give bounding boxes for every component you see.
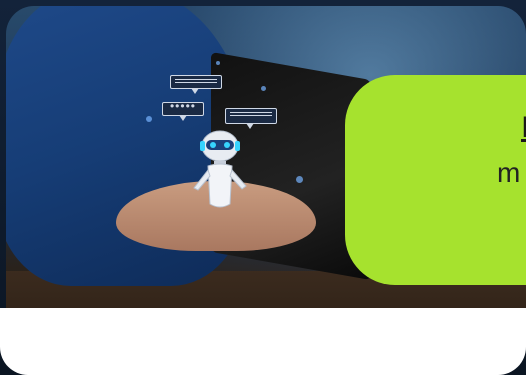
robot-icon	[193, 130, 247, 208]
sparkle	[296, 176, 303, 183]
chat-bubble-icon	[170, 75, 222, 94]
chat-bubble-icon: •••••	[162, 100, 204, 121]
chat-bubble-icon	[225, 108, 277, 129]
callout-body: m	[497, 157, 521, 188]
sparkle	[261, 86, 266, 91]
text-callout: I m	[345, 75, 526, 285]
card-bottom-frame	[0, 308, 526, 375]
callout-title: I	[521, 111, 526, 144]
sparkle	[146, 116, 152, 122]
sparkle	[216, 61, 220, 65]
